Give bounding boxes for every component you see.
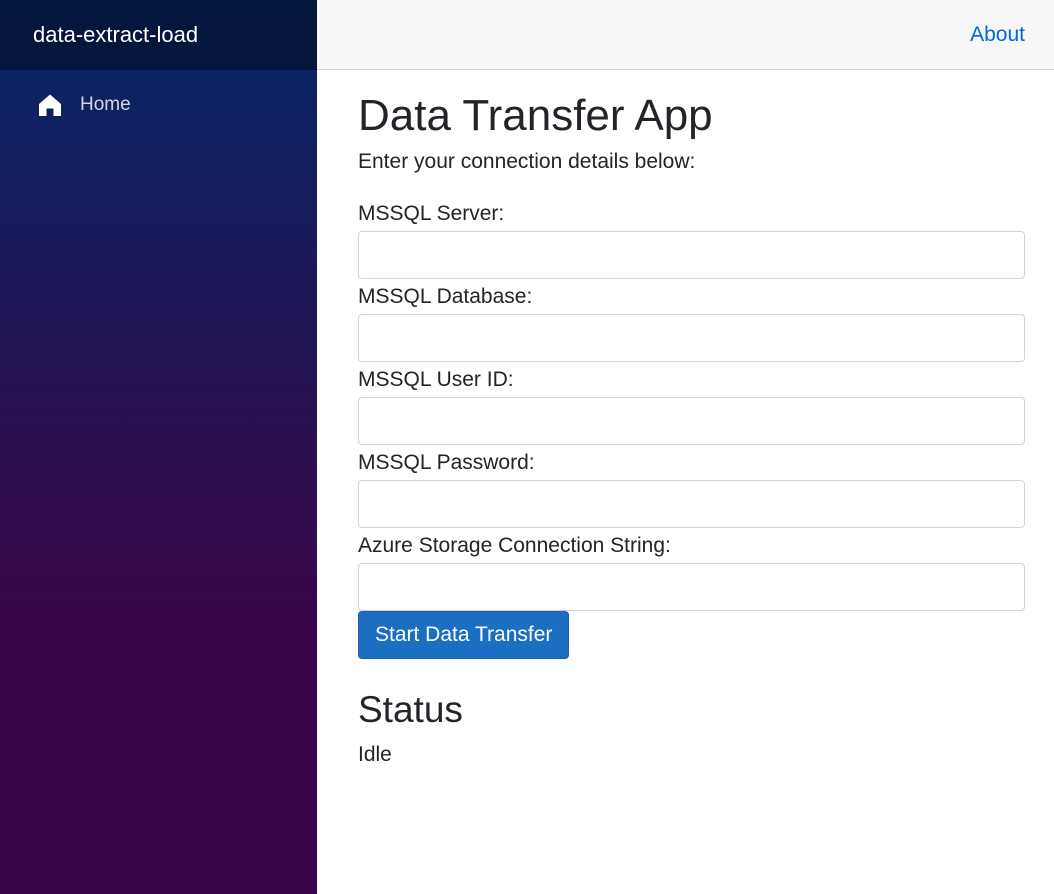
home-icon <box>38 93 62 117</box>
mssql-password-group: MSSQL Password: <box>358 450 1025 529</box>
main-area: About Data Transfer App Enter your conne… <box>317 0 1054 894</box>
mssql-userid-label: MSSQL User ID: <box>358 368 514 392</box>
status-heading: Status <box>358 689 463 731</box>
mssql-database-input[interactable] <box>358 314 1025 363</box>
top-row: About <box>317 0 1054 70</box>
mssql-password-label: MSSQL Password: <box>358 451 535 475</box>
mssql-password-input[interactable] <box>358 480 1025 529</box>
sidebar-item-home[interactable]: Home <box>16 72 301 138</box>
status-value: Idle <box>358 743 392 767</box>
mssql-userid-input[interactable] <box>358 397 1025 446</box>
azure-connection-label: Azure Storage Connection String: <box>358 534 671 558</box>
sidebar-nav: Home <box>0 70 317 138</box>
page-title: Data Transfer App <box>358 91 713 140</box>
mssql-database-label: MSSQL Database: <box>358 285 533 309</box>
brand-bar: data-extract-load <box>0 0 317 70</box>
mssql-server-label: MSSQL Server: <box>358 202 505 226</box>
azure-connection-group: Azure Storage Connection String: <box>358 533 1025 612</box>
sidebar: data-extract-load Home <box>0 0 317 894</box>
mssql-server-group: MSSQL Server: <box>358 201 1025 280</box>
mssql-userid-group: MSSQL User ID: <box>358 367 1025 446</box>
app-page: data-extract-load Home About Data Transf… <box>0 0 1054 894</box>
mssql-server-input[interactable] <box>358 231 1025 280</box>
mssql-database-group: MSSQL Database: <box>358 284 1025 363</box>
start-transfer-button[interactable]: Start Data Transfer <box>358 611 570 660</box>
about-link[interactable]: About <box>970 23 1025 47</box>
sidebar-item-label: Home <box>80 94 131 115</box>
brand-link[interactable]: data-extract-load <box>33 22 198 48</box>
azure-connection-input[interactable] <box>358 563 1025 612</box>
intro-text: Enter your connection details below: <box>358 150 696 174</box>
content: Data Transfer App Enter your connection … <box>317 91 1054 767</box>
